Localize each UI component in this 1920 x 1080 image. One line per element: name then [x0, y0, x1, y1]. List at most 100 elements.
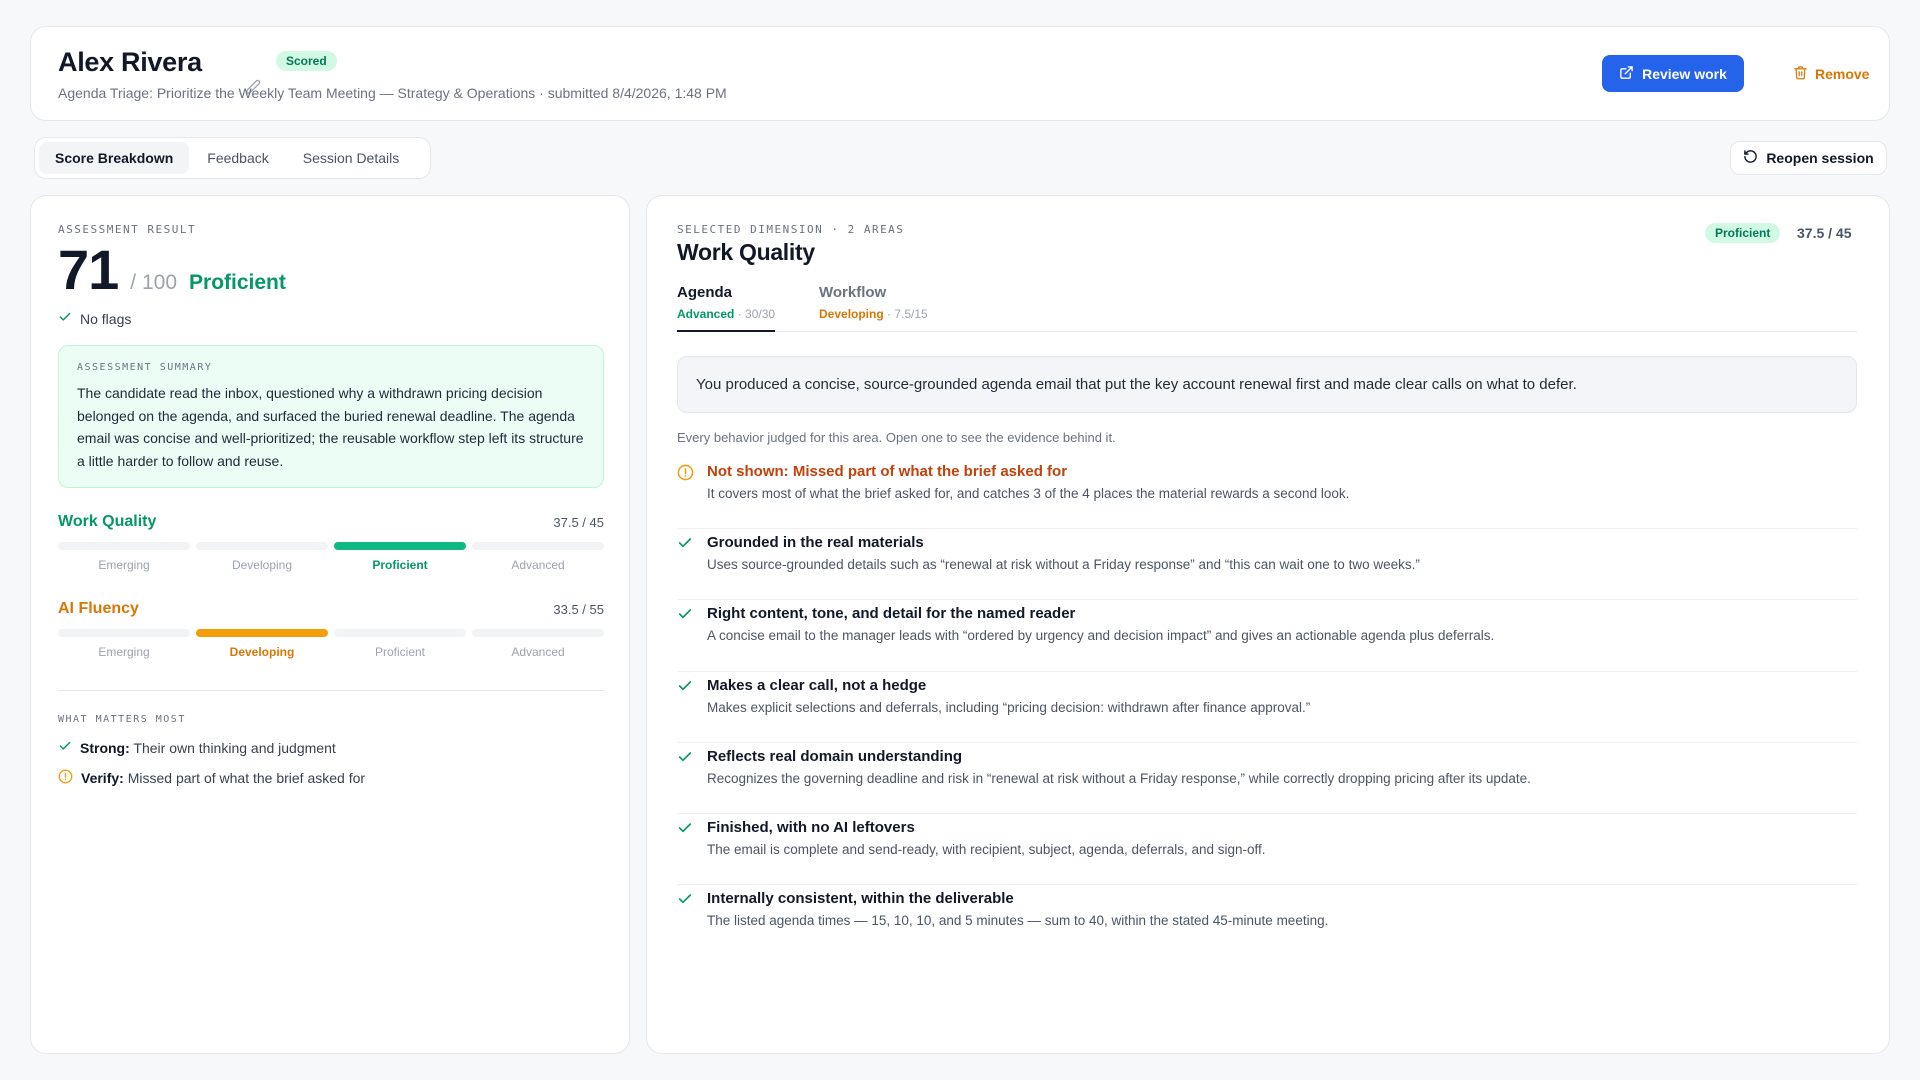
area-level: Advanced: [677, 307, 735, 321]
candidate-header: Alex Rivera Scored Agenda Triage: Priori…: [30, 26, 1890, 121]
area-points: · 7.5/15: [883, 307, 928, 321]
behavior-list: Not shown: Missed part of what the brief…: [677, 458, 1857, 956]
level-segment: [196, 629, 328, 637]
dimension-level-badge: Proficient: [1705, 223, 1781, 243]
level-segment: [472, 629, 604, 637]
behavior-description: It covers most of what the brief asked f…: [707, 486, 1350, 501]
behavior-item[interactable]: Right content, tone, and detail for the …: [677, 600, 1857, 672]
dimension-score: 37.5 / 45: [553, 514, 604, 530]
score-value: 71: [58, 238, 119, 301]
level-label: Emerging: [98, 558, 150, 572]
level-segment: [58, 542, 190, 550]
check-icon: [677, 820, 695, 838]
view-tabs: Score Breakdown Feedback Session Details: [34, 137, 431, 179]
behavior-item[interactable]: Grounded in the real materials Uses sourc…: [677, 529, 1857, 601]
area-summary: You produced a concise, source-grounded …: [677, 356, 1857, 413]
area-tab-workflow[interactable]: Workflow Developing · 7.5/15: [819, 284, 928, 321]
behavior-item[interactable]: Makes a clear call, not a hedge Makes exp…: [677, 672, 1857, 743]
level-segment: [196, 542, 328, 550]
behavior-title: Grounded in the real materials: [707, 534, 924, 552]
score-row: 71 / 100 Proficient: [58, 239, 286, 301]
dimension-ai-fluency[interactable]: AI Fluency 33.5 / 55 Emerging Developing…: [58, 600, 604, 659]
tab-feedback[interactable]: Feedback: [191, 142, 284, 174]
level-label: Emerging: [98, 645, 150, 659]
level-segment: [334, 542, 466, 550]
matter-label: Verify:: [81, 770, 124, 786]
level-labels: Emerging Developing Proficient Advanced: [58, 645, 604, 659]
behavior-title: Reflects real domain understanding: [707, 747, 963, 765]
summary-text: The candidate read the inbox, questioned…: [77, 385, 584, 469]
what-matters-title: WHAT MATTERS MOST: [58, 714, 186, 725]
tab-session-details[interactable]: Session Details: [287, 142, 416, 174]
area-tabs: Agenda Advanced · 30/30 Workflow Develop…: [677, 284, 1857, 332]
external-link-icon: [1619, 65, 1634, 83]
divider: [58, 690, 604, 691]
behavior-description: The listed agenda times — 15, 10, 10, an…: [707, 913, 1329, 929]
alert-circle-icon: [58, 769, 73, 787]
area-name: Agenda: [677, 284, 733, 301]
review-work-button[interactable]: Review work: [1602, 55, 1744, 92]
remove-label: Remove: [1815, 65, 1870, 82]
behavior-description: Uses source-grounded details such as “re…: [707, 557, 1420, 573]
selected-dimension-eyebrow: SELECTED DIMENSION · 2 AREAS: [677, 223, 905, 236]
level-bar: [58, 629, 604, 637]
check-icon: [58, 739, 72, 756]
session-subtitle: Agenda Triage: Prioritize the Weekly Tea…: [58, 85, 727, 101]
behavior-item[interactable]: Finished, with no AI leftovers The email …: [677, 814, 1857, 886]
behaviors-hint: Every behavior judged for this area. Ope…: [677, 430, 1116, 445]
level-label: Advanced: [511, 558, 565, 572]
behavior-description: A concise email to the manager leads wit…: [707, 628, 1495, 644]
check-icon: [677, 678, 695, 696]
behavior-item[interactable]: Reflects real domain understanding Recogn…: [677, 743, 1857, 814]
level-label: Developing: [229, 645, 295, 659]
check-icon: [677, 606, 695, 624]
dimension-name: AI Fluency: [58, 600, 139, 617]
tab-score-breakdown[interactable]: Score Breakdown: [39, 142, 190, 174]
review-work-label: Review work: [1642, 65, 1727, 82]
level-label: Advanced: [511, 645, 565, 659]
dimension-detail-panel: SELECTED DIMENSION · 2 AREAS Work Qualit…: [646, 195, 1890, 1054]
check-icon: [58, 310, 72, 327]
level-label: Developing: [231, 558, 293, 572]
level-labels: Emerging Developing Proficient Advanced: [58, 558, 604, 572]
behavior-item[interactable]: Not shown: Missed part of what the brief…: [677, 458, 1857, 530]
behavior-description: The email is complete and send-ready, wi…: [707, 841, 1266, 857]
trash-icon: [1793, 65, 1808, 83]
dimension-work-quality[interactable]: Work Quality 37.5 / 45 Emerging Developi…: [58, 513, 604, 572]
level-label: Proficient: [374, 645, 426, 659]
area-tab-agenda[interactable]: Agenda Advanced · 30/30: [677, 284, 776, 332]
rotate-ccw-icon: [1743, 149, 1758, 167]
behavior-title: Right content, tone, and detail for the …: [707, 605, 1076, 623]
behavior-title: Makes a clear call, not a hedge: [707, 676, 927, 694]
behavior-item[interactable]: Internally consistent, within the delive…: [677, 885, 1857, 956]
level-segment: [334, 629, 466, 637]
check-icon: [677, 749, 695, 767]
flags-label: No flags: [80, 310, 132, 327]
matter-text: Their own thinking and judgment: [133, 739, 336, 756]
level-label: Proficient: [372, 558, 428, 572]
level-segment: [58, 629, 190, 637]
reopen-session-button[interactable]: Reopen session: [1730, 141, 1887, 175]
matter-label: Strong:: [80, 739, 130, 756]
dimension-score: 37.5 / 45: [1797, 225, 1852, 241]
dimension-score: 33.5 / 55: [553, 601, 604, 617]
candidate-name: Alex Rivera: [58, 47, 202, 77]
behavior-description: Recognizes the governing deadline and ri…: [707, 770, 1531, 786]
behavior-description: Makes explicit selections and deferrals,…: [707, 699, 1311, 715]
check-icon: [677, 535, 695, 553]
behavior-title: Finished, with no AI leftovers: [707, 818, 915, 836]
area-points: · 30/30: [734, 307, 776, 321]
dimension-name: Work Quality: [58, 513, 157, 530]
remove-button[interactable]: Remove: [1793, 55, 1869, 92]
matter-text: Missed part of what the brief asked for: [127, 770, 366, 786]
level-segment: [472, 542, 604, 550]
behavior-title: Internally consistent, within the delive…: [707, 890, 1014, 908]
assessment-result-eyebrow: ASSESSMENT RESULT: [58, 223, 197, 236]
check-icon: [677, 891, 695, 909]
assessment-panel: ASSESSMENT RESULT 71 / 100 Proficient No…: [30, 195, 630, 1054]
matter-strong: Strong: Their own thinking and judgment: [58, 739, 336, 756]
behavior-title: Not shown: Missed part of what the brief…: [707, 463, 1068, 480]
assessment-summary: ASSESSMENT SUMMARY The candidate read th…: [58, 345, 604, 488]
score-max: / 100: [130, 271, 178, 294]
reopen-session-label: Reopen session: [1766, 150, 1874, 166]
